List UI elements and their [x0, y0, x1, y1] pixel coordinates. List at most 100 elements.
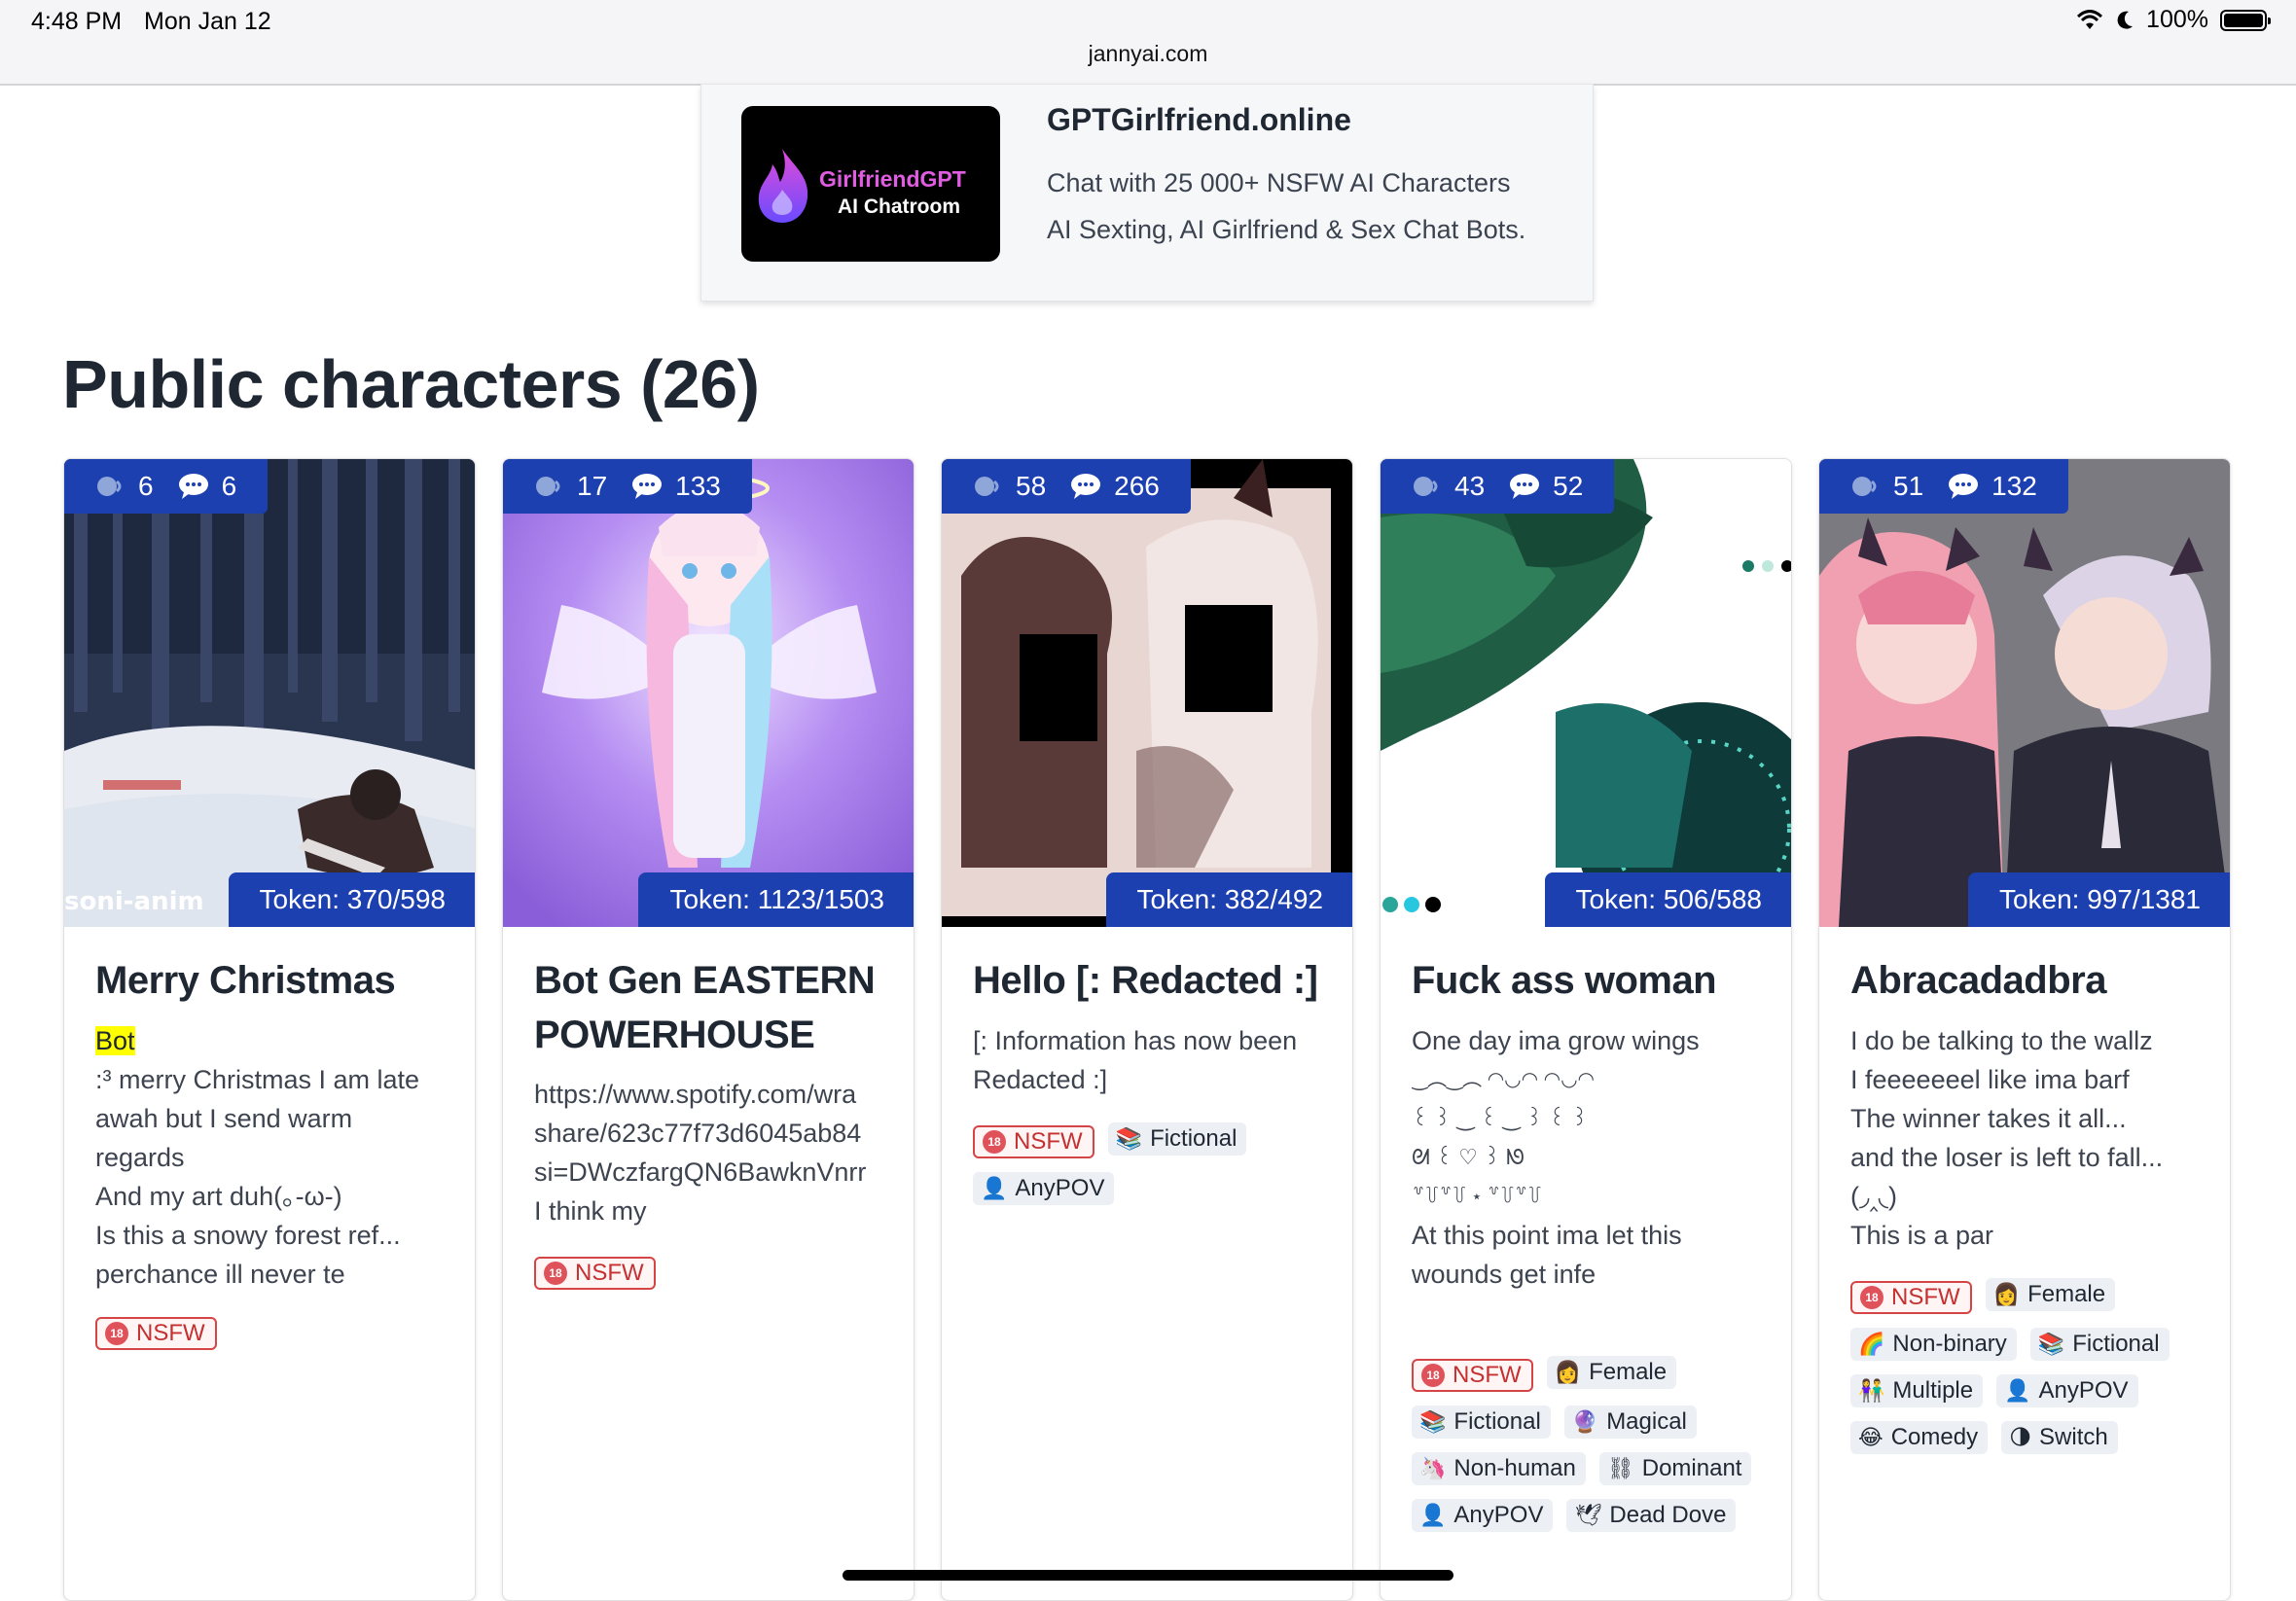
battery-percent: 100% [2146, 6, 2208, 33]
ad-banner[interactable]: GirlfriendGPT AI Chatroom GPTGirlfriend.… [700, 84, 1594, 302]
tag-label: NSFW [1014, 1128, 1083, 1155]
tag-anypov[interactable]: 👤 AnyPOV [1412, 1499, 1554, 1532]
half-moon-icon: 🌗 [2009, 1425, 2032, 1449]
tag-comedy[interactable]: 😂 Comedy [1850, 1421, 1989, 1454]
page-title: Public characters (26) [62, 346, 760, 422]
character-image[interactable]: 17 133 Token: 1123/1503 [503, 459, 914, 927]
tag-fictional[interactable]: 📚 Fictional [1412, 1405, 1551, 1439]
speech-bubble-icon [1947, 473, 1980, 500]
character-name[interactable]: Bot Gen EASTERN POWERHOUSE [534, 953, 894, 1062]
address-bar[interactable]: jannyai.com [0, 41, 2296, 67]
tag-magical[interactable]: 🔮 Magical [1563, 1405, 1697, 1439]
character-name[interactable]: Hello [: Redacted :] [973, 953, 1333, 1008]
token-badge: Token: 1123/1503 [638, 872, 914, 927]
stats-badge: 58 266 [942, 459, 1191, 514]
character-name[interactable]: Fuck ass woman [1412, 953, 1772, 1008]
character-image[interactable]: 6 6 soni-anim Token: 370/598 [64, 459, 475, 927]
tag-label: Non-human [1453, 1455, 1576, 1481]
ad-title[interactable]: GPTGirlfriend.online [1047, 102, 1351, 138]
tag-nsfw[interactable]: 18 NSFW [973, 1125, 1094, 1158]
tag-list: 18 NSFW 📚 Fictional 👤 AnyPOV [973, 1122, 1343, 1219]
description-line: [: Information has now been [973, 1026, 1298, 1055]
tag-label: Female [2027, 1281, 2106, 1307]
flame-icon [758, 149, 808, 223]
token-badge: Token: 506/588 [1544, 872, 1791, 927]
character-image[interactable]: 43 52 Token: 506/588 [1381, 459, 1791, 927]
tag-nsfw[interactable]: 18 NSFW [1850, 1281, 1972, 1314]
ad-logo-subtext: AI Chatroom [838, 196, 960, 218]
message-count: 133 [675, 471, 721, 501]
tag-multiple[interactable]: 👫 Multiple [1850, 1374, 1984, 1407]
tag-fictional[interactable]: 📚 Fictional [1107, 1122, 1247, 1156]
unicorn-icon: 🦄 [1419, 1456, 1447, 1480]
description-line: One day ima grow wings [1412, 1026, 1700, 1055]
speech-head-icon [93, 474, 126, 499]
character-description: https://www.spotify.com/wra share/623c77… [534, 1075, 888, 1230]
books-icon: 📚 [1115, 1126, 1143, 1151]
tag-label: Fictional [1150, 1125, 1238, 1152]
tag-label: Fictional [1453, 1408, 1541, 1435]
description-line: Is this a snowy forest ref... [95, 1221, 401, 1250]
description-line: I think my [534, 1196, 647, 1226]
tag-label: Dominant [1641, 1455, 1742, 1481]
ad-logo[interactable]: GirlfriendGPT AI Chatroom [741, 106, 1000, 262]
laughing-face-icon: 😂 [1858, 1425, 1883, 1449]
tag-label: Non-binary [1892, 1331, 2007, 1357]
character-card[interactable]: 58 266 Token: 382/492 Hello [: Redacted … [941, 458, 1353, 1601]
tag-dominant[interactable]: ⛓ Dominant [1598, 1452, 1752, 1485]
tag-anypov[interactable]: 👤 AnyPOV [973, 1172, 1115, 1205]
tag-label: AnyPOV [1453, 1502, 1544, 1528]
tag-non-binary[interactable]: 🌈 Non-binary [1850, 1328, 2017, 1361]
home-indicator[interactable] [843, 1570, 1453, 1581]
chat-count: 43 [1454, 471, 1486, 501]
message-count: 52 [1553, 471, 1584, 501]
tag-label: Switch [2039, 1424, 2108, 1450]
tag-nsfw[interactable]: 18 NSFW [1412, 1359, 1533, 1392]
character-image[interactable]: 58 266 Token: 382/492 [942, 459, 1352, 927]
tag-anypov[interactable]: 👤 AnyPOV [1996, 1374, 2138, 1407]
age-18-icon: 18 [1421, 1364, 1445, 1387]
description-line: awah but I send warm [95, 1104, 353, 1133]
speech-head-icon [1410, 474, 1443, 499]
speech-bubble-icon [1508, 473, 1541, 500]
speech-bubble-icon [630, 473, 664, 500]
tag-switch[interactable]: 🌗 Switch [2001, 1421, 2118, 1454]
tag-nsfw[interactable]: 18 NSFW [534, 1257, 656, 1290]
image-watermark: soni-anim [64, 887, 204, 916]
speech-head-icon [532, 474, 565, 499]
tag-fictional[interactable]: 📚 Fictional [2029, 1328, 2170, 1361]
tag-nsfw[interactable]: 18 NSFW [95, 1317, 217, 1350]
description-line: (◞‸◟) [1850, 1182, 1898, 1211]
character-card[interactable]: 17 133 Token: 1123/1503 Bot Gen EASTERN P… [502, 458, 915, 1601]
clock: 4:48 PM [31, 8, 123, 35]
stats-badge: 51 132 [1819, 459, 2068, 514]
character-name[interactable]: Abracadadbra [1850, 953, 2210, 1008]
battery-icon [2220, 9, 2271, 31]
tag-label: NSFW [136, 1320, 205, 1346]
character-name[interactable]: Merry Christmas [95, 953, 455, 1008]
title-line: Bot Gen EASTERN [534, 959, 876, 1002]
stats-badge: 17 133 [503, 459, 752, 514]
character-card[interactable]: 6 6 soni-anim Token: 370/598 Merry Chris… [63, 458, 476, 1601]
ad-logo-text: GirlfriendGPT [819, 166, 966, 192]
description-line: ꒰ ꒱ ‿ ꒰ ‿ ꒱ ꒰ ꒱ [1412, 1106, 1589, 1130]
chat-count: 17 [577, 471, 608, 501]
dove-icon: 🕊 [1574, 1503, 1602, 1527]
character-description: Bot :³ merry Christmas I am late awah bu… [95, 1021, 449, 1294]
date: Mon Jan 12 [144, 8, 271, 35]
age-18-icon: 18 [544, 1262, 567, 1285]
age-18-icon: 18 [1860, 1286, 1883, 1309]
character-image[interactable]: 51 132 Token: 997/1381 [1819, 459, 2230, 927]
tag-dead-dove[interactable]: 🕊 Dead Dove [1566, 1499, 1737, 1532]
speech-head-icon [971, 474, 1004, 499]
tag-non-human[interactable]: 🦄 Non-human [1412, 1452, 1586, 1485]
tag-female[interactable]: 👩 Female [1985, 1278, 2116, 1311]
character-card[interactable]: 51 132 Token: 997/1381 Abracadadbra I do… [1818, 458, 2231, 1601]
books-icon: 📚 [1419, 1409, 1447, 1434]
tag-female[interactable]: 👩 Female [1546, 1356, 1677, 1389]
tag-label: Dead Dove [1609, 1502, 1727, 1528]
description-line: This is a par [1850, 1221, 1994, 1250]
character-description: One day ima grow wings ‿︵‿︵ ◠◡◠ ◠◡◠ ꒰ ꒱ … [1412, 1021, 1766, 1294]
character-description: I do be talking to the wallz I feeeeeeel… [1850, 1021, 2205, 1255]
character-card[interactable]: 43 52 Token: 506/588 Fuck ass woman One … [1380, 458, 1792, 1601]
